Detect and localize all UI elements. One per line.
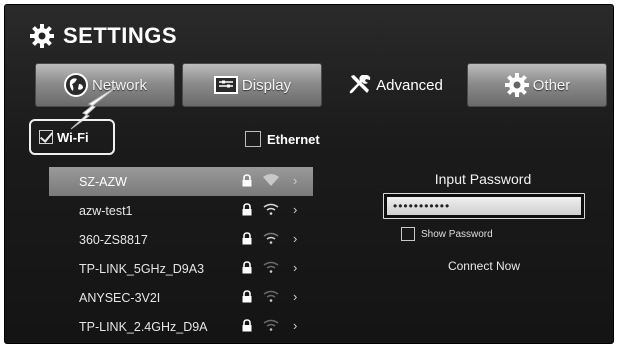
- wifi-signal-icon: [263, 261, 279, 273]
- chevron-right-icon: ›: [293, 231, 298, 246]
- ethernet-label: Ethernet: [267, 131, 320, 147]
- network-row[interactable]: 360-ZS8817 ›: [49, 225, 313, 254]
- show-password-check-icon: [401, 227, 415, 241]
- show-password-label: Show Password: [421, 228, 493, 240]
- wifi-checkbox[interactable]: Wi-Fi: [29, 119, 115, 155]
- network-name: SZ-AZW: [79, 175, 127, 189]
- lock-icon: [242, 232, 252, 245]
- wifi-check-icon: [39, 130, 53, 144]
- title-text: SETTINGS: [63, 23, 178, 48]
- network-name: ANYSEC-3V2I: [79, 291, 161, 305]
- gear-icon: [504, 73, 529, 97]
- chevron-right-icon: ›: [293, 173, 298, 188]
- connect-now-button[interactable]: Connect Now: [383, 259, 585, 273]
- lock-icon: [242, 203, 252, 216]
- chevron-right-icon: ›: [293, 260, 298, 275]
- network-name: 360-ZS8817: [79, 233, 148, 247]
- wifi-signal-icon: [263, 290, 279, 302]
- tab-display-label: Display: [241, 76, 292, 94]
- tab-advanced[interactable]: Advanced: [325, 63, 465, 107]
- wifi-label: Wi-Fi: [57, 129, 89, 145]
- network-name: azw-test1: [79, 204, 133, 218]
- gear-icon: [30, 24, 54, 48]
- network-row[interactable]: azw-test1 ›: [49, 196, 313, 225]
- display-icon: [213, 76, 238, 94]
- chevron-right-icon: ›: [293, 318, 298, 333]
- lock-icon: [242, 290, 252, 303]
- ethernet-check-icon: [245, 131, 261, 147]
- ethernet-checkbox[interactable]: Ethernet: [245, 131, 320, 147]
- network-name: TP-LINK_5GHz_D9A3: [79, 262, 205, 276]
- network-row[interactable]: ANYSEC-3V2I ›: [49, 283, 313, 312]
- page-title: SETTINGS: [29, 19, 177, 53]
- network-row[interactable]: SZ-AZW ›: [49, 167, 313, 196]
- password-label: Input Password: [434, 171, 532, 187]
- lock-icon: [242, 261, 252, 274]
- wifi-signal-icon: [263, 319, 279, 331]
- wifi-network-list: SZ-AZW › azw-test1 › 360-ZS8817 › TP-LIN…: [49, 167, 313, 341]
- lock-icon: [242, 319, 252, 332]
- password-input[interactable]: [387, 197, 581, 215]
- tab-other-label: Other: [532, 76, 571, 94]
- wifi-signal-icon: [263, 232, 279, 244]
- network-row[interactable]: TP-LINK_2.4GHz_D9A ›: [49, 312, 313, 341]
- wifi-signal-icon: [263, 174, 279, 186]
- chevron-right-icon: ›: [293, 289, 298, 304]
- network-name: TP-LINK_2.4GHz_D9A: [79, 320, 208, 334]
- show-password-checkbox[interactable]: Show Password: [401, 227, 493, 241]
- wifi-signal-icon: [263, 203, 279, 215]
- tab-other[interactable]: Other: [467, 63, 607, 107]
- settings-screen: SETTINGS Network Display Advanced Other …: [4, 4, 614, 344]
- network-row[interactable]: TP-LINK_5GHz_D9A3 ›: [49, 254, 313, 283]
- password-field: [383, 193, 585, 219]
- lock-icon: [242, 174, 252, 187]
- tab-display[interactable]: Display: [182, 63, 322, 107]
- tools-icon: [349, 75, 371, 94]
- chevron-right-icon: ›: [293, 202, 298, 217]
- tab-advanced-label: Advanced: [376, 76, 443, 94]
